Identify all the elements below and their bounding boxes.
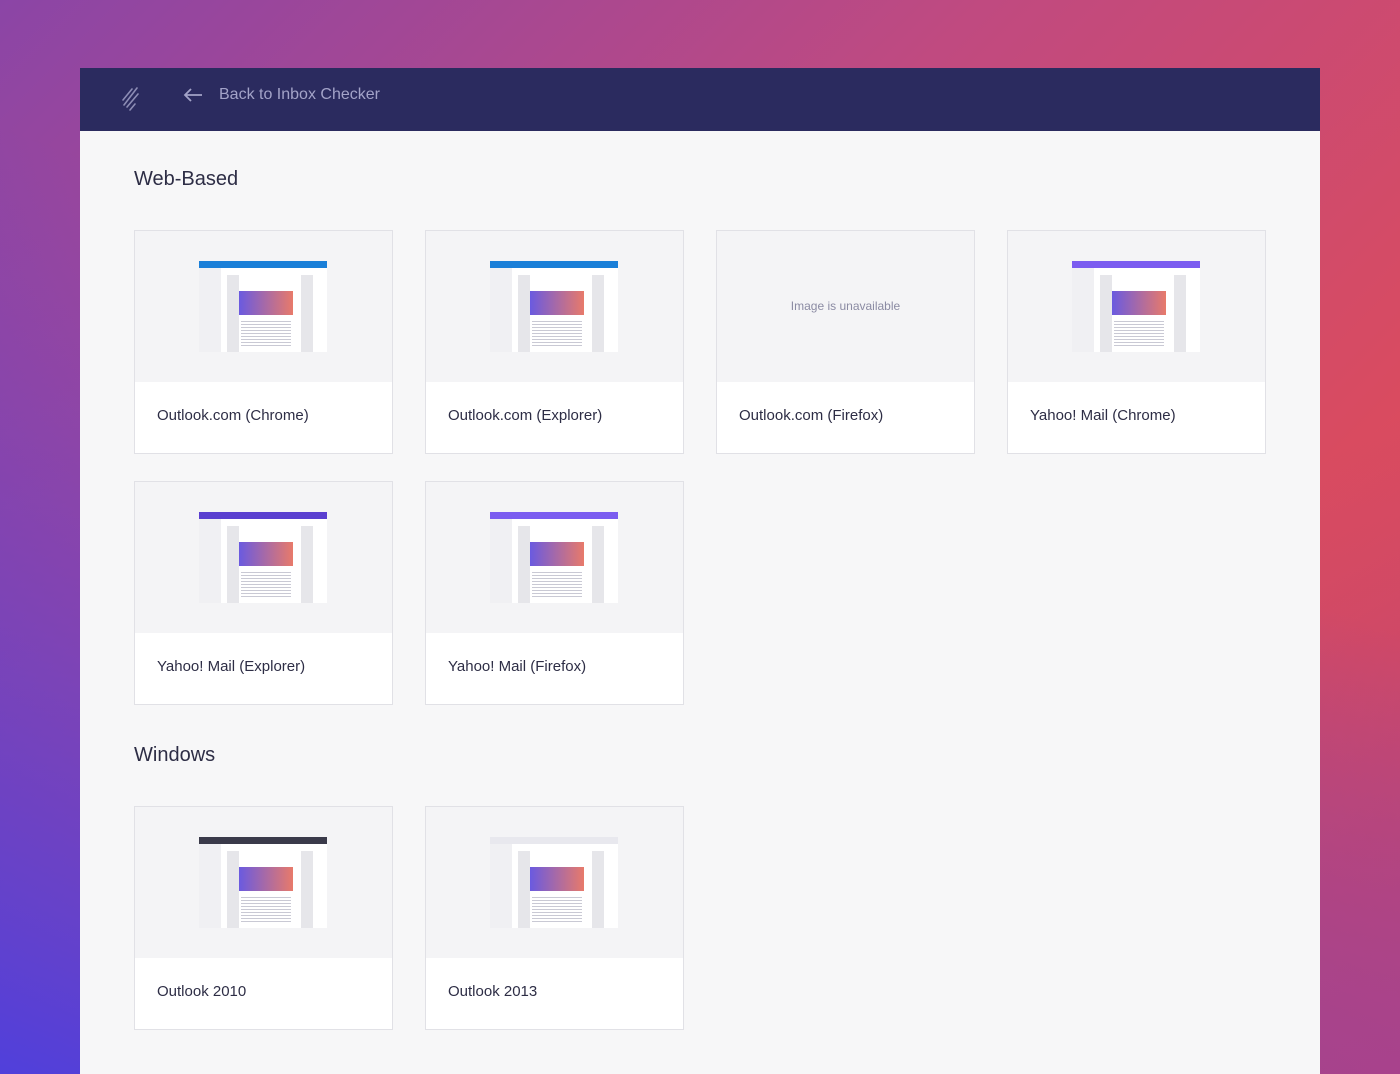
unavailable-text: Image is unavailable	[790, 299, 901, 313]
section-title: Windows	[134, 744, 216, 766]
preview-thumbnail	[135, 482, 392, 633]
preview-thumbnail	[135, 807, 392, 958]
arrow-left-icon	[183, 88, 202, 102]
preview-thumbnail	[135, 231, 392, 382]
client-preview-card[interactable]: Yahoo! Mail (Firefox)	[425, 481, 684, 705]
app-window: Back to Inbox Checker Web-Based Outlook.c…	[80, 68, 1320, 1074]
client-name: Yahoo! Mail (Firefox)	[448, 658, 587, 675]
preview-thumbnail	[426, 807, 683, 958]
client-name: Outlook.com (Explorer)	[448, 407, 603, 424]
logo-icon[interactable]	[120, 84, 142, 112]
section-title: Web-Based	[134, 168, 239, 190]
preview-thumbnail: Image is unavailable	[717, 231, 974, 382]
email-screenshot	[199, 512, 327, 603]
preview-thumbnail	[426, 482, 683, 633]
client-name: Outlook 2013	[448, 983, 538, 1000]
preview-thumbnail	[1008, 231, 1265, 382]
email-screenshot	[1072, 261, 1200, 352]
client-preview-card[interactable]: Yahoo! Mail (Explorer)	[134, 481, 393, 705]
back-to-inbox-checker-link[interactable]: Back to Inbox Checker	[183, 86, 380, 104]
email-screenshot	[490, 512, 618, 603]
client-name: Outlook 2010	[157, 983, 247, 1000]
client-preview-card[interactable]: Outlook 2013	[425, 806, 684, 1030]
header: Back to Inbox Checker	[80, 68, 1320, 131]
client-name: Yahoo! Mail (Explorer)	[157, 658, 306, 675]
client-preview-card[interactable]: Yahoo! Mail (Chrome)	[1007, 230, 1266, 454]
client-name: Outlook.com (Firefox)	[739, 407, 884, 424]
client-name: Outlook.com (Chrome)	[157, 407, 309, 424]
back-label: Back to Inbox Checker	[219, 86, 380, 103]
email-screenshot	[199, 837, 327, 928]
client-preview-card[interactable]: Outlook 2010	[134, 806, 393, 1030]
email-screenshot	[490, 837, 618, 928]
client-preview-card[interactable]: Outlook.com (Explorer)	[425, 230, 684, 454]
client-preview-card[interactable]: Image is unavailable Outlook.com (Firefox…	[716, 230, 975, 454]
client-name: Yahoo! Mail (Chrome)	[1030, 407, 1176, 424]
email-screenshot	[199, 261, 327, 352]
preview-thumbnail	[426, 231, 683, 382]
client-preview-card[interactable]: Outlook.com (Chrome)	[134, 230, 393, 454]
email-screenshot	[490, 261, 618, 352]
